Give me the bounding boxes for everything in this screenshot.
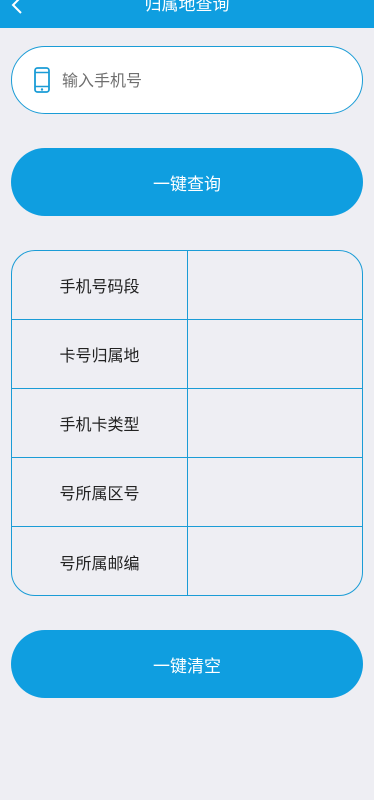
app-screen: 归属地查询 一键查询 手机号码段 卡号归属地 手机卡类型 号所属区号 [0, 0, 374, 800]
page-title: 归属地查询 [144, 0, 230, 15]
row-value [188, 527, 362, 595]
result-row-postcode: 号所属邮编 [12, 527, 362, 595]
row-value [188, 389, 362, 457]
row-label: 手机卡类型 [12, 389, 188, 457]
row-label: 手机号码段 [12, 251, 188, 319]
row-value [188, 320, 362, 388]
row-label: 号所属区号 [12, 458, 188, 526]
result-row-card-type: 手机卡类型 [12, 389, 362, 458]
row-label: 号所属邮编 [12, 527, 188, 595]
row-value [188, 458, 362, 526]
clear-button[interactable]: 一键清空 [11, 630, 363, 698]
result-row-area-code: 号所属区号 [12, 458, 362, 527]
phone-icon [34, 67, 50, 93]
phone-number-input[interactable] [62, 70, 322, 90]
row-value [188, 251, 362, 319]
phone-search-box[interactable] [11, 46, 363, 114]
result-table: 手机号码段 卡号归属地 手机卡类型 号所属区号 号所属邮编 [11, 250, 363, 596]
result-row-location: 卡号归属地 [12, 320, 362, 389]
query-button[interactable]: 一键查询 [11, 148, 363, 216]
top-bar: 归属地查询 [0, 0, 374, 28]
result-row-segment: 手机号码段 [12, 251, 362, 320]
row-label: 卡号归属地 [12, 320, 188, 388]
